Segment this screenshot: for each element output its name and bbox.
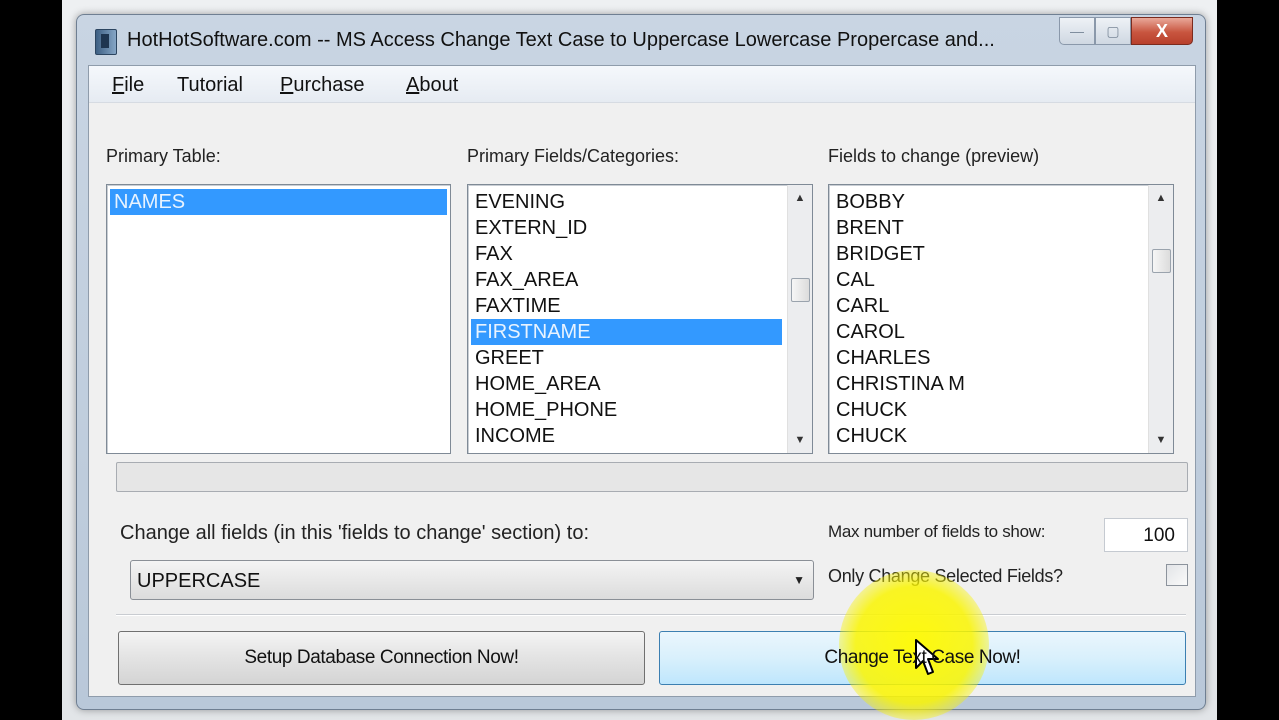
maximize-button[interactable]: ▢: [1095, 17, 1131, 45]
menu-tutorial[interactable]: Tutorial: [177, 74, 243, 97]
fields-to-change-items: BOBBY BRENT BRIDGET CAL CARL CAROL CHARLES CHRI…: [832, 189, 1143, 449]
list-item[interactable]: FAX: [471, 241, 782, 267]
app-window: HotHotSoftware.com -- MS Access Change T…: [76, 14, 1206, 710]
primary-table-items: NAMES: [110, 189, 447, 215]
primary-fields-label: Primary Fields/Categories:: [467, 146, 680, 166]
minimize-icon: —: [1070, 23, 1084, 39]
progress-bar: [116, 462, 1188, 492]
client-area: File Tutorial Purchase About Primary Tab…: [88, 65, 1196, 697]
caption-buttons: — ▢ X: [1059, 17, 1193, 45]
close-button[interactable]: X: [1131, 17, 1193, 45]
only-selected-label: Only Change Selected Fields?: [828, 566, 1063, 586]
window-title: HotHotSoftware.com -- MS Access Change T…: [127, 29, 995, 51]
primary-table-label: Primary Table:: [106, 146, 221, 166]
menu-tutorial-label: Tutorial: [177, 74, 243, 96]
change-text-case-label: Change Text Case Now!: [824, 647, 1021, 668]
title-bar[interactable]: HotHotSoftware.com -- MS Access Change T…: [77, 15, 1205, 65]
menu-file-label: ile: [124, 74, 145, 96]
list-item[interactable]: CHUCK: [832, 423, 1143, 449]
list-item[interactable]: BOBBY: [832, 189, 1143, 215]
max-fields-label: Max number of fields to show:: [828, 522, 1046, 541]
menu-purchase[interactable]: Purchase: [280, 74, 365, 97]
divider: [116, 614, 1186, 616]
primary-table-list[interactable]: NAMES: [106, 184, 451, 454]
list-item[interactable]: EXTERN_ID: [471, 215, 782, 241]
list-item[interactable]: BRIDGET: [832, 241, 1143, 267]
only-selected-checkbox[interactable]: [1166, 564, 1188, 586]
primary-fields-scrollbar[interactable]: ▲ ▼: [787, 185, 812, 453]
minimize-button[interactable]: —: [1059, 17, 1095, 45]
case-select[interactable]: UPPERCASE ▼: [130, 560, 814, 600]
max-fields-input[interactable]: 100: [1104, 518, 1188, 552]
fields-to-change-label: Fields to change (preview): [828, 146, 1040, 166]
maximize-icon: ▢: [1106, 22, 1120, 39]
list-item[interactable]: HOME_AREA: [471, 371, 782, 397]
list-item[interactable]: NAMES: [110, 189, 447, 215]
menu-bar: File Tutorial Purchase About: [89, 66, 1195, 103]
change-all-label: Change all fields (in this 'fields to ch…: [120, 522, 590, 544]
list-item[interactable]: BRENT: [832, 215, 1143, 241]
list-item[interactable]: HOME_PHONE: [471, 397, 782, 423]
menu-purchase-accel: P: [280, 74, 294, 96]
close-icon: X: [1155, 20, 1168, 41]
list-item[interactable]: FAXTIME: [471, 293, 782, 319]
list-item[interactable]: CAL: [832, 267, 1143, 293]
list-item[interactable]: CHUCK: [832, 397, 1143, 423]
scroll-down-icon[interactable]: ▼: [788, 429, 812, 451]
list-item[interactable]: GREET: [471, 345, 782, 371]
list-item[interactable]: FAX_AREA: [471, 267, 782, 293]
list-item[interactable]: CHRISTINA M: [832, 371, 1143, 397]
list-item[interactable]: CAROL: [832, 319, 1143, 345]
fields-to-change-scrollbar[interactable]: ▲ ▼: [1148, 185, 1173, 453]
list-item[interactable]: EVENING: [471, 189, 782, 215]
app-icon[interactable]: [95, 29, 117, 55]
list-item[interactable]: CHARLES: [832, 345, 1143, 371]
setup-connection-button[interactable]: Setup Database Connection Now!: [118, 631, 645, 685]
menu-file-accel: F: [112, 74, 125, 96]
setup-connection-label: Setup Database Connection Now!: [244, 647, 519, 668]
fields-to-change-list[interactable]: BOBBY BRENT BRIDGET CAL CARL CAROL CHARLES CHRI…: [828, 184, 1174, 454]
chevron-down-icon: ▼: [793, 573, 805, 587]
scroll-up-icon[interactable]: ▲: [788, 187, 812, 209]
menu-file[interactable]: File: [112, 74, 144, 97]
scroll-down-icon[interactable]: ▼: [1149, 429, 1173, 451]
menu-about[interactable]: About: [406, 74, 458, 97]
scroll-thumb[interactable]: [791, 278, 810, 302]
scroll-up-icon[interactable]: ▲: [1149, 187, 1173, 209]
primary-fields-list[interactable]: EVENING EXTERN_ID FAX FAX_AREA FAXTIME FIRSTN…: [467, 184, 813, 454]
list-item[interactable]: FIRSTNAME: [471, 319, 782, 345]
menu-about-label: bout: [419, 74, 459, 96]
case-select-value: UPPERCASE: [137, 570, 261, 592]
menu-about-accel: A: [406, 74, 420, 96]
menu-purchase-label: urchase: [293, 74, 365, 96]
scroll-thumb[interactable]: [1152, 249, 1171, 273]
primary-fields-items: EVENING EXTERN_ID FAX FAX_AREA FAXTIME FIRSTN…: [471, 189, 782, 449]
list-item[interactable]: INCOME: [471, 423, 782, 449]
list-item[interactable]: CARL: [832, 293, 1143, 319]
max-fields-value: 100: [1143, 525, 1175, 546]
